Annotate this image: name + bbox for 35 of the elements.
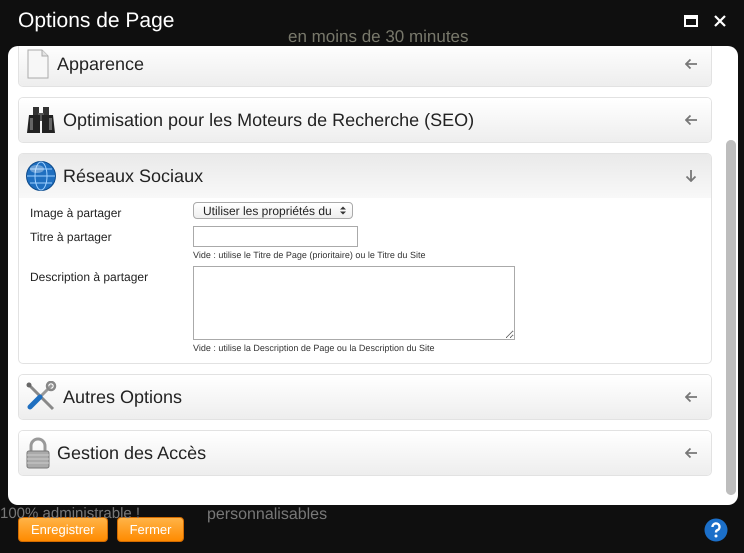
section-header[interactable]: Réseaux Sociaux xyxy=(19,154,711,198)
stepper-icon xyxy=(340,206,346,215)
section-header[interactable]: Optimisation pour les Moteurs de Recherche (SEO) xyxy=(19,98,711,142)
left-arrow-icon xyxy=(685,447,697,459)
section-title: Gestion des Accès xyxy=(57,442,206,464)
help-icon[interactable] xyxy=(704,518,728,542)
padlock-icon xyxy=(25,437,51,469)
field-hint: Vide : utilise la Description de Page ou la Description du Site xyxy=(193,343,436,353)
background-text: personnalisables xyxy=(207,506,328,524)
close-icon[interactable] xyxy=(714,15,726,27)
dialog-title: Options de Page xyxy=(18,9,174,33)
scrollbar-thumb[interactable] xyxy=(726,140,736,495)
section-header[interactable]: Autres Options xyxy=(19,375,711,419)
field-label: Description à partager xyxy=(30,269,150,286)
image-dropdown[interactable]: Utiliser les propriétés du xyxy=(193,202,353,219)
background-headline: en moins de 30 minutes xyxy=(288,27,468,47)
section-title: Autres Options xyxy=(63,386,182,408)
left-arrow-icon xyxy=(685,391,697,403)
globe-icon xyxy=(25,160,57,192)
document-icon xyxy=(25,49,51,79)
left-arrow-icon xyxy=(685,58,697,70)
section-title: Apparence xyxy=(57,54,144,74)
down-arrow-icon xyxy=(685,170,697,182)
section-title: Optimisation pour les Moteurs de Recherche (SEO) xyxy=(63,110,474,130)
field-hint: Vide : utilise le Titre de Page (prioritaire) ou le Titre du Site xyxy=(193,250,426,260)
left-arrow-icon xyxy=(685,114,697,126)
field-label: Titre à partager xyxy=(30,229,113,246)
field-label: Image à partager xyxy=(30,205,122,220)
tools-icon xyxy=(25,381,57,413)
binoculars-icon xyxy=(25,105,57,135)
section-title: Réseaux Sociaux xyxy=(63,166,204,186)
maximize-icon[interactable] xyxy=(684,15,698,27)
input-field[interactable] xyxy=(193,226,358,247)
section-header[interactable]: Gestion des Accès xyxy=(19,431,711,475)
textarea-field[interactable] xyxy=(193,266,515,340)
